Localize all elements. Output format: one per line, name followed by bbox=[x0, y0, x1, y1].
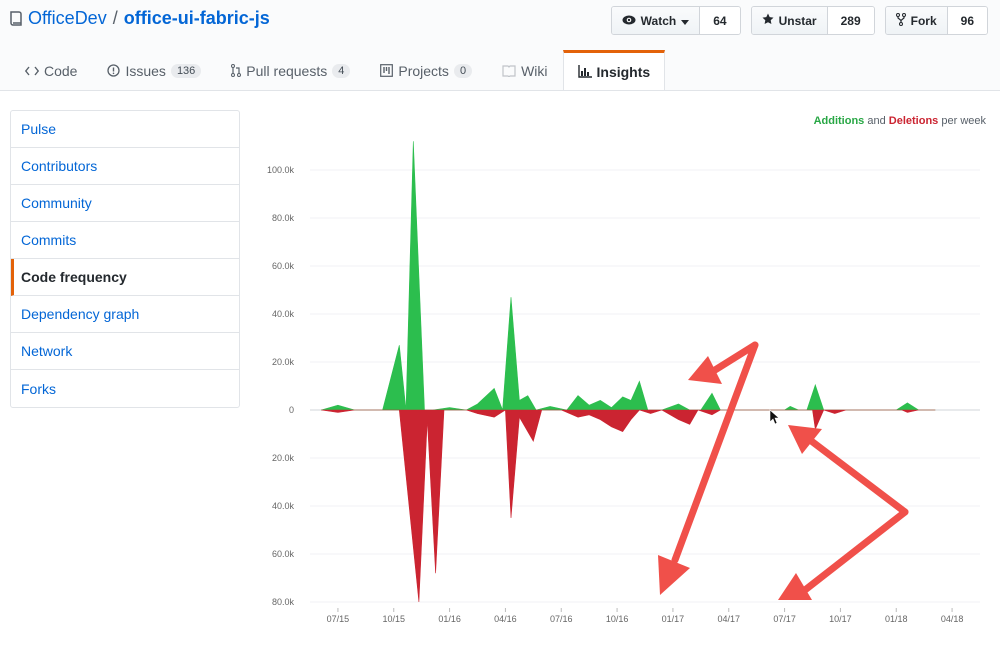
y-tick-label: 40.0k bbox=[272, 501, 295, 511]
y-tick-label: 40.0k bbox=[272, 309, 295, 319]
y-tick-label: 60.0k bbox=[272, 549, 295, 559]
watch-count[interactable]: 64 bbox=[700, 7, 740, 34]
x-tick-label: 07/17 bbox=[773, 614, 796, 624]
tab-issues-count: 136 bbox=[170, 63, 202, 78]
tab-pull-requests-count: 4 bbox=[332, 63, 351, 78]
tab-issues[interactable]: Issues 136 bbox=[92, 50, 216, 90]
repo-owner-link[interactable]: OfficeDev bbox=[28, 8, 107, 29]
tab-code[interactable]: Code bbox=[10, 50, 92, 90]
fork-button[interactable]: Fork bbox=[885, 7, 948, 34]
legend-deletions: Deletions bbox=[888, 115, 939, 127]
fork-icon bbox=[895, 12, 906, 29]
y-tick-label: 20.0k bbox=[272, 453, 295, 463]
unstar-label: Unstar bbox=[778, 13, 817, 28]
tab-projects[interactable]: Projects 0 bbox=[365, 50, 487, 90]
x-tick-label: 07/16 bbox=[550, 614, 573, 624]
tab-wiki-label: Wiki bbox=[521, 62, 548, 79]
x-tick-label: 04/18 bbox=[941, 614, 964, 624]
x-tick-label: 01/18 bbox=[885, 614, 908, 624]
x-tick-label: 10/16 bbox=[606, 614, 629, 624]
tab-code-label: Code bbox=[44, 62, 78, 79]
watch-group: Watch 64 bbox=[610, 6, 741, 35]
sidebar-item-dependency-graph[interactable]: Dependency graph bbox=[11, 296, 239, 333]
fork-count[interactable]: 96 bbox=[947, 7, 987, 34]
sidebar-item-commits[interactable]: Commits bbox=[11, 222, 239, 259]
sidebar-item-community[interactable]: Community bbox=[11, 185, 239, 222]
tab-insights-label: Insights bbox=[596, 63, 651, 80]
watch-label: Watch bbox=[640, 13, 677, 28]
tab-insights[interactable]: Insights bbox=[562, 50, 666, 90]
y-tick-label: 80.0k bbox=[272, 213, 295, 223]
sidebar-item-code-frequency[interactable]: Code frequency bbox=[11, 259, 239, 296]
x-tick-label: 04/16 bbox=[494, 614, 517, 624]
repo-actions: Watch 64 Unstar 289 Fork 96 bbox=[610, 6, 988, 35]
star-group: Unstar 289 bbox=[750, 6, 875, 35]
additions-area bbox=[321, 141, 936, 411]
insights-sidebar: Pulse Contributors Community Commits Cod… bbox=[10, 110, 240, 408]
repo-title: OfficeDev / office-ui-fabric-js bbox=[10, 8, 270, 29]
caret-down-icon bbox=[681, 14, 690, 28]
code-icon bbox=[25, 66, 39, 76]
y-tick-label: 80.0k bbox=[272, 597, 295, 607]
repo-name-link[interactable]: office-ui-fabric-js bbox=[124, 8, 270, 29]
star-icon bbox=[762, 13, 774, 28]
wiki-icon bbox=[502, 64, 516, 77]
repo-book-icon bbox=[10, 10, 22, 27]
x-tick-label: 04/17 bbox=[717, 614, 740, 624]
repo-tabs: Code Issues 136 Pull requests 4 Projects… bbox=[10, 50, 666, 90]
x-tick-label: 01/17 bbox=[662, 614, 685, 624]
annotation-arrow-blip bbox=[806, 436, 909, 516]
legend-suffix: per week bbox=[941, 115, 986, 127]
tab-issues-label: Issues bbox=[125, 62, 166, 79]
mouse-cursor-icon bbox=[769, 409, 780, 425]
y-tick-label: 100.0k bbox=[267, 165, 295, 175]
repo-header: OfficeDev / office-ui-fabric-js Watch 64… bbox=[0, 0, 1000, 91]
x-tick-label: 10/15 bbox=[382, 614, 405, 624]
fork-group: Fork 96 bbox=[884, 6, 988, 35]
annotation-arrow-blip-head bbox=[788, 425, 822, 454]
y-tick-label: 0 bbox=[289, 405, 294, 415]
x-tick-label: 10/17 bbox=[829, 614, 852, 624]
sidebar-item-pulse[interactable]: Pulse bbox=[11, 111, 239, 148]
repo-separator: / bbox=[112, 8, 118, 28]
code-frequency-chart: 100.0k 80.0k 60.0k 40.0k 20.0k 0 20.0k 40.0k 60.… bbox=[267, 141, 980, 624]
issue-icon bbox=[107, 64, 121, 77]
tab-projects-label: Projects bbox=[398, 62, 449, 79]
star-count[interactable]: 289 bbox=[827, 7, 874, 34]
tab-pull-requests-label: Pull requests bbox=[246, 62, 328, 79]
eye-icon bbox=[622, 14, 636, 28]
sidebar-item-network[interactable]: Network bbox=[11, 333, 239, 370]
fork-label: Fork bbox=[910, 13, 937, 28]
graph-icon bbox=[577, 65, 592, 78]
unstar-button[interactable]: Unstar bbox=[751, 7, 828, 34]
y-tick-label: 60.0k bbox=[272, 261, 295, 271]
pull-request-icon bbox=[231, 64, 242, 77]
tab-projects-count: 0 bbox=[453, 63, 473, 78]
tab-wiki[interactable]: Wiki bbox=[487, 50, 562, 90]
x-tick-label: 07/15 bbox=[327, 614, 350, 624]
x-tick-label: 01/16 bbox=[438, 614, 461, 624]
tab-pull-requests[interactable]: Pull requests 4 bbox=[216, 50, 365, 90]
legend-additions: Additions bbox=[813, 115, 865, 127]
legend-and: and bbox=[867, 115, 886, 127]
chart-legend: Additions and Deletions per week bbox=[814, 115, 986, 127]
watch-button[interactable]: Watch bbox=[611, 7, 701, 34]
project-icon bbox=[380, 64, 394, 77]
y-tick-label: 20.0k bbox=[272, 357, 295, 367]
sidebar-item-forks[interactable]: Forks bbox=[11, 370, 239, 407]
annotation-arrow-baseline bbox=[801, 508, 909, 594]
sidebar-item-contributors[interactable]: Contributors bbox=[11, 148, 239, 185]
